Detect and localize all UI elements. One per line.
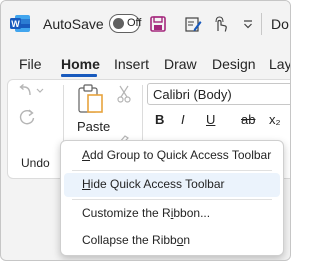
- edit-document-icon[interactable]: [183, 14, 203, 34]
- toggle-knob: [113, 18, 124, 29]
- paste-label: Paste: [77, 119, 111, 134]
- document-title: Do: [271, 16, 289, 32]
- word-logo: W: [10, 15, 30, 32]
- cut-icon[interactable]: [117, 85, 131, 108]
- underline-button[interactable]: U: [206, 112, 215, 127]
- redo-icon[interactable]: [18, 108, 36, 131]
- font-name-dropdown[interactable]: Calibri (Body): [147, 83, 290, 105]
- tab-draw[interactable]: Draw: [164, 56, 197, 72]
- menu-item-collapse-ribbon[interactable]: Collapse the Ribbon: [64, 229, 280, 253]
- context-menu: Add Group to Quick Access Toolbar Hide Q…: [60, 140, 284, 256]
- access-key-letter: A: [82, 148, 91, 162]
- strikethrough-button[interactable]: ab: [241, 112, 255, 127]
- menu-item-label: Hide Quick Access Toolbar: [82, 177, 225, 191]
- autosave-label: AutoSave: [43, 16, 104, 32]
- menu-item-hide-qat[interactable]: Hide Quick Access Toolbar: [64, 173, 280, 197]
- menu-separator: [72, 170, 272, 171]
- save-icon[interactable]: [148, 14, 168, 34]
- tab-layout[interactable]: Lay: [269, 56, 290, 72]
- active-tab-indicator: [61, 74, 97, 77]
- qat-divider: [261, 13, 262, 35]
- access-key-letter: H: [82, 177, 91, 191]
- autosave-state: Off: [127, 17, 142, 29]
- menu-separator: [72, 199, 272, 200]
- italic-button[interactable]: I: [181, 112, 185, 127]
- autosave-toggle[interactable]: Off: [109, 14, 142, 33]
- tab-file[interactable]: File: [19, 56, 42, 72]
- tab-design[interactable]: Design: [212, 56, 256, 72]
- ribbon-tabs: File Home Insert Draw Design Lay: [1, 47, 290, 79]
- subscript-button[interactable]: x₂: [269, 112, 281, 127]
- menu-item-label: Collapse the Ribbon: [82, 233, 191, 247]
- font-name-value: Calibri (Body): [153, 87, 232, 102]
- quick-access-toolbar: W AutoSave Off Do: [1, 1, 290, 47]
- paste-icon[interactable]: [77, 84, 105, 119]
- tab-home[interactable]: Home: [61, 56, 100, 72]
- undo-group-label: Undo: [21, 156, 50, 170]
- undo-icon[interactable]: [18, 83, 44, 104]
- access-key-letter: o: [176, 233, 184, 247]
- menu-item-customize-ribbon[interactable]: Customize the Ribbon...: [64, 202, 280, 226]
- word-window: W AutoSave Off Do File Home Insert Draw …: [0, 0, 291, 261]
- access-key-letter: i: [170, 206, 174, 220]
- customize-qat-icon[interactable]: [238, 14, 258, 34]
- bold-button[interactable]: B: [155, 112, 164, 127]
- menu-item-label: Add Group to Quick Access Toolbar: [82, 148, 272, 162]
- tab-insert[interactable]: Insert: [114, 56, 149, 72]
- svg-text:W: W: [11, 19, 20, 29]
- menu-item-add-group[interactable]: Add Group to Quick Access Toolbar: [64, 144, 280, 168]
- menu-item-label: Customize the Ribbon...: [82, 206, 211, 220]
- touch-mode-icon[interactable]: [211, 14, 231, 34]
